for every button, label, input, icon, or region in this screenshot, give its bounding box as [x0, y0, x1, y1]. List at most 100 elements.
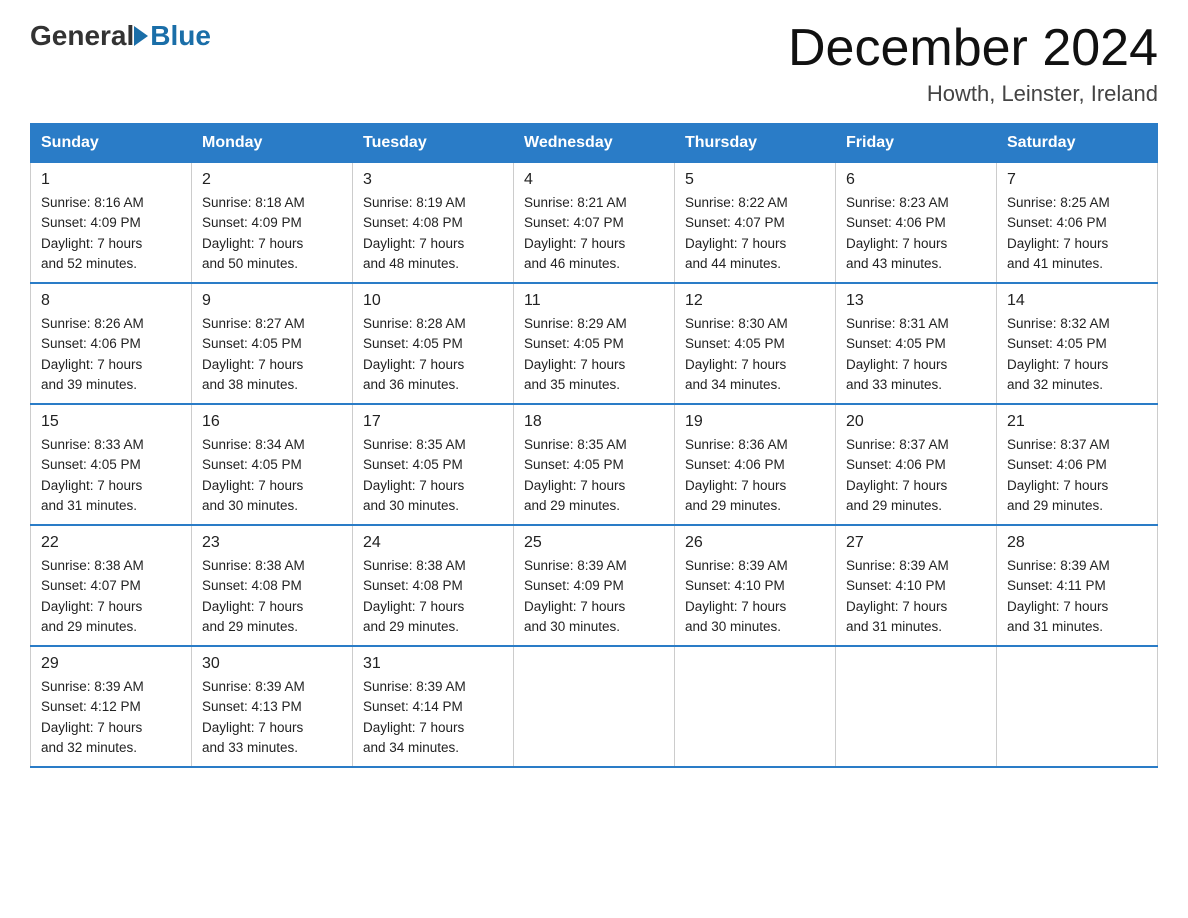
table-row: 22 Sunrise: 8:38 AM Sunset: 4:07 PM Dayl… — [31, 525, 192, 646]
logo-blue-text: Blue — [150, 20, 211, 52]
day-number: 11 — [524, 292, 664, 310]
day-number: 1 — [41, 171, 181, 189]
day-number: 23 — [202, 534, 342, 552]
day-info: Sunrise: 8:37 AM Sunset: 4:06 PM Dayligh… — [1007, 435, 1147, 516]
table-row: 15 Sunrise: 8:33 AM Sunset: 4:05 PM Dayl… — [31, 404, 192, 525]
table-row: 23 Sunrise: 8:38 AM Sunset: 4:08 PM Dayl… — [192, 525, 353, 646]
day-number: 13 — [846, 292, 986, 310]
day-number: 30 — [202, 655, 342, 673]
day-number: 7 — [1007, 171, 1147, 189]
day-number: 15 — [41, 413, 181, 431]
day-info: Sunrise: 8:27 AM Sunset: 4:05 PM Dayligh… — [202, 314, 342, 395]
day-number: 20 — [846, 413, 986, 431]
day-info: Sunrise: 8:29 AM Sunset: 4:05 PM Dayligh… — [524, 314, 664, 395]
day-number: 5 — [685, 171, 825, 189]
header-saturday: Saturday — [997, 124, 1158, 163]
table-row: 31 Sunrise: 8:39 AM Sunset: 4:14 PM Dayl… — [353, 646, 514, 767]
table-row: 6 Sunrise: 8:23 AM Sunset: 4:06 PM Dayli… — [836, 163, 997, 284]
day-info: Sunrise: 8:36 AM Sunset: 4:06 PM Dayligh… — [685, 435, 825, 516]
table-row: 27 Sunrise: 8:39 AM Sunset: 4:10 PM Dayl… — [836, 525, 997, 646]
table-row: 4 Sunrise: 8:21 AM Sunset: 4:07 PM Dayli… — [514, 163, 675, 284]
logo-blue-part: Blue — [134, 20, 211, 52]
day-info: Sunrise: 8:21 AM Sunset: 4:07 PM Dayligh… — [524, 193, 664, 274]
table-row: 29 Sunrise: 8:39 AM Sunset: 4:12 PM Dayl… — [31, 646, 192, 767]
day-info: Sunrise: 8:39 AM Sunset: 4:14 PM Dayligh… — [363, 677, 503, 758]
day-number: 8 — [41, 292, 181, 310]
header-sunday: Sunday — [31, 124, 192, 163]
calendar-table: Sunday Monday Tuesday Wednesday Thursday… — [30, 123, 1158, 768]
logo-general-text: General — [30, 20, 134, 52]
table-row — [675, 646, 836, 767]
day-info: Sunrise: 8:32 AM Sunset: 4:05 PM Dayligh… — [1007, 314, 1147, 395]
table-row: 30 Sunrise: 8:39 AM Sunset: 4:13 PM Dayl… — [192, 646, 353, 767]
day-info: Sunrise: 8:18 AM Sunset: 4:09 PM Dayligh… — [202, 193, 342, 274]
table-row — [514, 646, 675, 767]
day-info: Sunrise: 8:39 AM Sunset: 4:10 PM Dayligh… — [685, 556, 825, 637]
day-number: 25 — [524, 534, 664, 552]
day-info: Sunrise: 8:39 AM Sunset: 4:12 PM Dayligh… — [41, 677, 181, 758]
location-text: Howth, Leinster, Ireland — [788, 81, 1158, 107]
header-thursday: Thursday — [675, 124, 836, 163]
title-block: December 2024 Howth, Leinster, Ireland — [788, 20, 1158, 107]
day-info: Sunrise: 8:37 AM Sunset: 4:06 PM Dayligh… — [846, 435, 986, 516]
day-info: Sunrise: 8:38 AM Sunset: 4:07 PM Dayligh… — [41, 556, 181, 637]
day-number: 9 — [202, 292, 342, 310]
day-number: 24 — [363, 534, 503, 552]
table-row — [836, 646, 997, 767]
day-info: Sunrise: 8:38 AM Sunset: 4:08 PM Dayligh… — [202, 556, 342, 637]
header-monday: Monday — [192, 124, 353, 163]
calendar-header-row: Sunday Monday Tuesday Wednesday Thursday… — [31, 124, 1158, 163]
day-info: Sunrise: 8:26 AM Sunset: 4:06 PM Dayligh… — [41, 314, 181, 395]
page-header: General Blue December 2024 Howth, Leinst… — [30, 20, 1158, 107]
table-row: 8 Sunrise: 8:26 AM Sunset: 4:06 PM Dayli… — [31, 283, 192, 404]
logo-arrow-icon — [134, 26, 148, 46]
day-info: Sunrise: 8:16 AM Sunset: 4:09 PM Dayligh… — [41, 193, 181, 274]
day-number: 21 — [1007, 413, 1147, 431]
table-row: 16 Sunrise: 8:34 AM Sunset: 4:05 PM Dayl… — [192, 404, 353, 525]
calendar-week-row: 1 Sunrise: 8:16 AM Sunset: 4:09 PM Dayli… — [31, 163, 1158, 284]
table-row: 19 Sunrise: 8:36 AM Sunset: 4:06 PM Dayl… — [675, 404, 836, 525]
table-row: 26 Sunrise: 8:39 AM Sunset: 4:10 PM Dayl… — [675, 525, 836, 646]
table-row — [997, 646, 1158, 767]
day-number: 29 — [41, 655, 181, 673]
logo: General Blue — [30, 20, 211, 52]
table-row: 25 Sunrise: 8:39 AM Sunset: 4:09 PM Dayl… — [514, 525, 675, 646]
day-info: Sunrise: 8:28 AM Sunset: 4:05 PM Dayligh… — [363, 314, 503, 395]
day-number: 22 — [41, 534, 181, 552]
day-info: Sunrise: 8:33 AM Sunset: 4:05 PM Dayligh… — [41, 435, 181, 516]
table-row: 20 Sunrise: 8:37 AM Sunset: 4:06 PM Dayl… — [836, 404, 997, 525]
day-info: Sunrise: 8:30 AM Sunset: 4:05 PM Dayligh… — [685, 314, 825, 395]
calendar-week-row: 8 Sunrise: 8:26 AM Sunset: 4:06 PM Dayli… — [31, 283, 1158, 404]
day-number: 10 — [363, 292, 503, 310]
day-number: 18 — [524, 413, 664, 431]
table-row: 10 Sunrise: 8:28 AM Sunset: 4:05 PM Dayl… — [353, 283, 514, 404]
day-info: Sunrise: 8:39 AM Sunset: 4:11 PM Dayligh… — [1007, 556, 1147, 637]
day-number: 27 — [846, 534, 986, 552]
day-number: 19 — [685, 413, 825, 431]
day-number: 4 — [524, 171, 664, 189]
table-row: 14 Sunrise: 8:32 AM Sunset: 4:05 PM Dayl… — [997, 283, 1158, 404]
day-info: Sunrise: 8:34 AM Sunset: 4:05 PM Dayligh… — [202, 435, 342, 516]
day-number: 31 — [363, 655, 503, 673]
day-info: Sunrise: 8:19 AM Sunset: 4:08 PM Dayligh… — [363, 193, 503, 274]
table-row: 28 Sunrise: 8:39 AM Sunset: 4:11 PM Dayl… — [997, 525, 1158, 646]
day-number: 6 — [846, 171, 986, 189]
table-row: 2 Sunrise: 8:18 AM Sunset: 4:09 PM Dayli… — [192, 163, 353, 284]
month-title: December 2024 — [788, 20, 1158, 77]
day-info: Sunrise: 8:35 AM Sunset: 4:05 PM Dayligh… — [524, 435, 664, 516]
day-info: Sunrise: 8:23 AM Sunset: 4:06 PM Dayligh… — [846, 193, 986, 274]
table-row: 7 Sunrise: 8:25 AM Sunset: 4:06 PM Dayli… — [997, 163, 1158, 284]
table-row: 11 Sunrise: 8:29 AM Sunset: 4:05 PM Dayl… — [514, 283, 675, 404]
table-row: 24 Sunrise: 8:38 AM Sunset: 4:08 PM Dayl… — [353, 525, 514, 646]
day-number: 3 — [363, 171, 503, 189]
table-row: 21 Sunrise: 8:37 AM Sunset: 4:06 PM Dayl… — [997, 404, 1158, 525]
table-row: 3 Sunrise: 8:19 AM Sunset: 4:08 PM Dayli… — [353, 163, 514, 284]
day-number: 12 — [685, 292, 825, 310]
table-row: 18 Sunrise: 8:35 AM Sunset: 4:05 PM Dayl… — [514, 404, 675, 525]
header-tuesday: Tuesday — [353, 124, 514, 163]
day-number: 16 — [202, 413, 342, 431]
day-info: Sunrise: 8:39 AM Sunset: 4:13 PM Dayligh… — [202, 677, 342, 758]
day-number: 26 — [685, 534, 825, 552]
table-row: 17 Sunrise: 8:35 AM Sunset: 4:05 PM Dayl… — [353, 404, 514, 525]
day-number: 2 — [202, 171, 342, 189]
